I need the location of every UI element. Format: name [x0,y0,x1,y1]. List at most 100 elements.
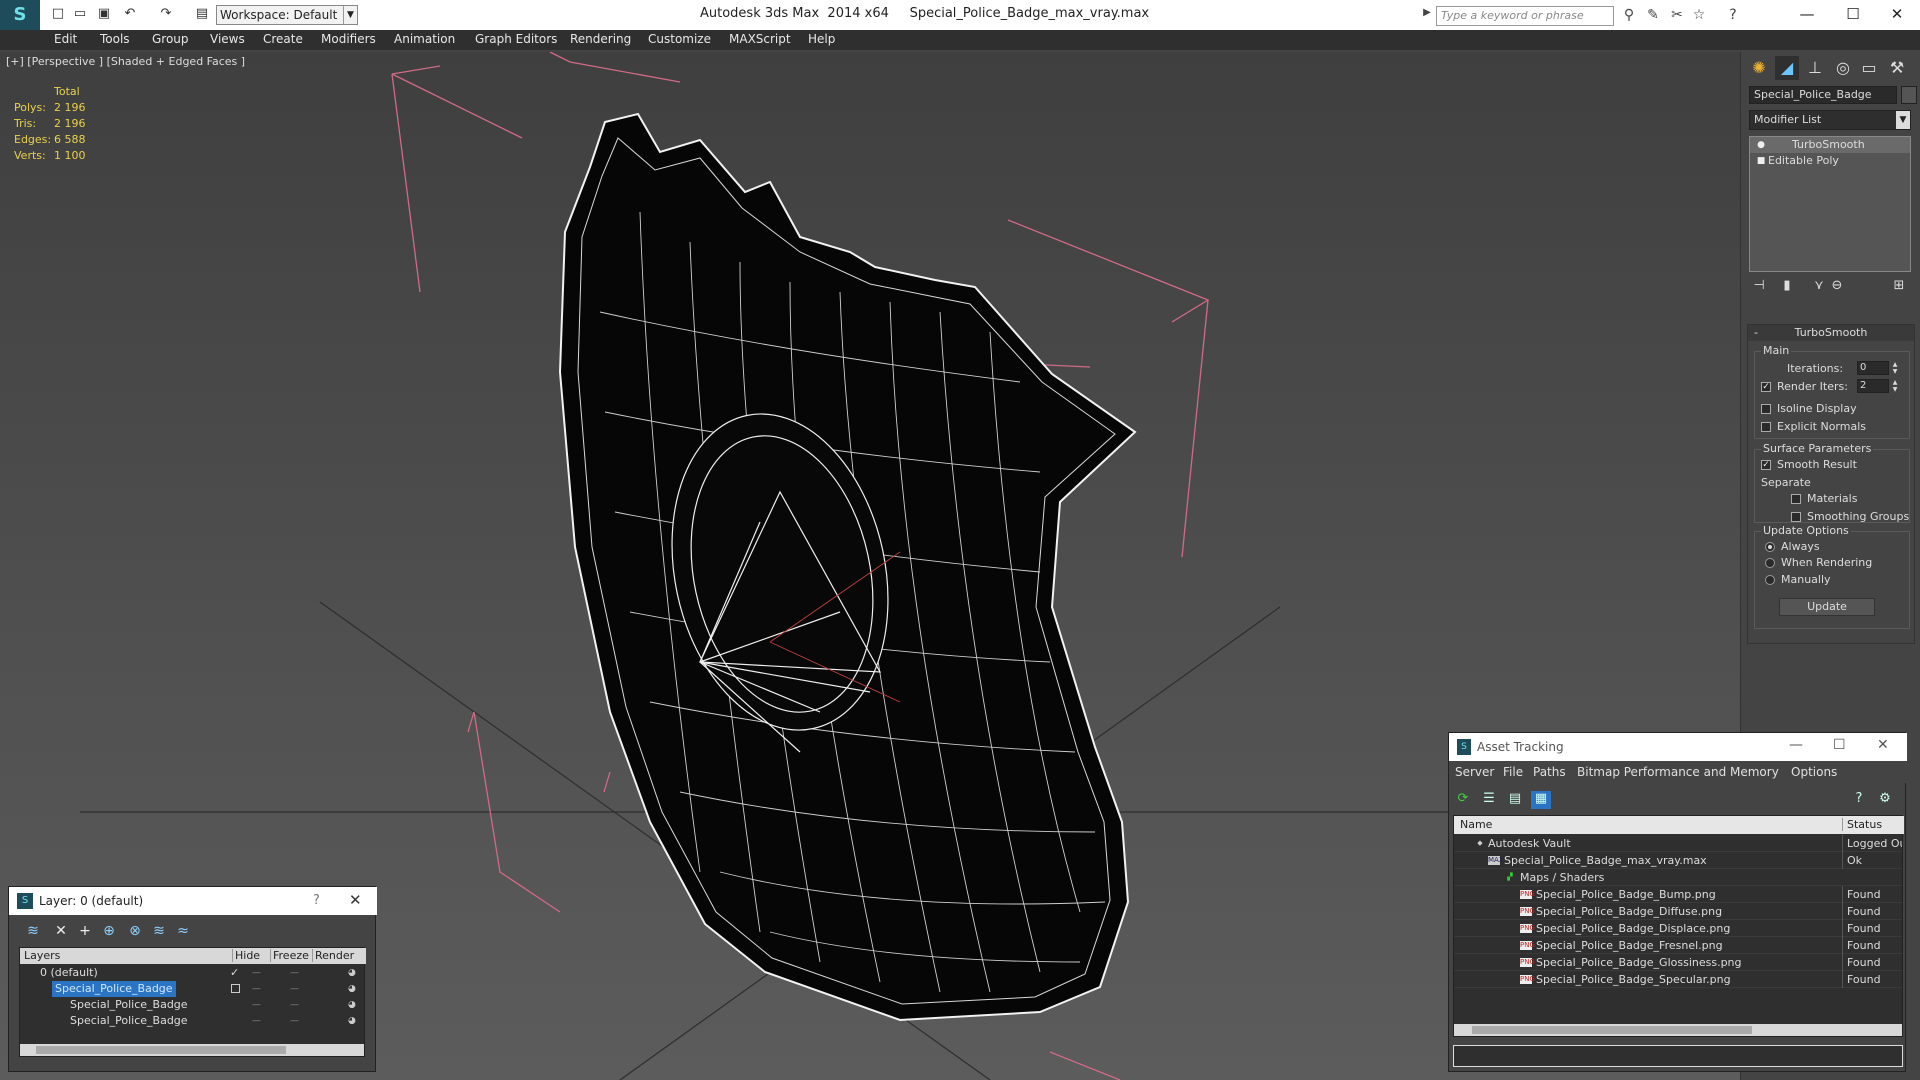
hide-toggle[interactable]: — [252,965,261,981]
stack-item-turbosmooth[interactable]: ● TurboSmooth [1750,137,1910,153]
undo-icon[interactable]: ↶ [122,6,138,22]
hide-column-header[interactable]: Hide [232,949,260,962]
layer-window-titlebar[interactable]: S Layer: 0 (default) ? ✕ [9,887,377,915]
hide-all-icon[interactable]: ≈ [173,921,193,941]
remove-modifier-icon[interactable]: ⊖ [1827,278,1847,296]
freeze-toggle[interactable]: — [290,965,299,981]
menu-create[interactable]: Create [263,32,303,46]
new-file-icon[interactable]: □ [50,6,66,22]
close-icon[interactable]: ✕ [349,891,362,909]
show-end-result-icon[interactable]: ▮ [1777,278,1797,296]
iterations-spinner[interactable]: 0 [1857,361,1889,375]
open-file-icon[interactable]: ▭ [72,6,88,22]
pin-stack-icon[interactable]: ⊣ [1749,278,1769,296]
freeze-toggle[interactable]: — [290,981,299,997]
add-selected-icon[interactable]: ⊕ [99,921,119,941]
maximize-button[interactable]: ☐ [1833,737,1846,753]
smoothing-groups-checkbox[interactable] [1791,512,1801,522]
expand-plus-icon[interactable]: ■ [1756,156,1766,166]
utilities-tab-icon[interactable]: ⚒ [1885,56,1909,80]
hide-toggle[interactable]: — [252,1013,261,1029]
asset-row[interactable]: ◆ Autodesk Vault Logged Out [1454,835,1902,852]
redo-icon[interactable]: ↷ [158,6,174,22]
render-teapot-icon[interactable]: ◕ [348,981,356,997]
materials-checkbox[interactable] [1791,494,1801,504]
render-teapot-icon[interactable]: ◕ [348,997,356,1013]
render-iters-spinner[interactable]: 2 [1857,379,1889,393]
rollout-title[interactable]: - TurboSmooth [1748,325,1914,341]
list-view-icon[interactable]: ☰ [1479,791,1499,809]
layer-row[interactable]: 0 (default) ✓ — — ◕ [20,965,364,981]
close-button[interactable]: ✕ [1877,737,1889,753]
asset-menu-bitmap[interactable]: Bitmap Performance and Memory [1577,765,1779,779]
motion-tab-icon[interactable]: ◎ [1831,56,1855,80]
menu-views[interactable]: Views [210,32,245,46]
hide-toggle[interactable]: — [252,981,261,997]
save-icon[interactable]: ▣ [96,6,112,22]
asset-row[interactable]: PNG Special_Police_Badge_Displace.png Foun… [1454,920,1902,937]
horizontal-scrollbar[interactable] [1454,1024,1902,1036]
viewport-label[interactable]: [+] [Perspective ] [Shaded + Edged Faces… [6,55,245,68]
help-button[interactable]: ? [313,893,320,908]
render-column-header[interactable]: Render [312,949,354,962]
name-column-header[interactable]: Name [1460,818,1492,831]
configure-sets-icon[interactable]: ⊞ [1889,278,1909,296]
asset-menu-server[interactable]: Server [1455,765,1494,779]
scrollbar-thumb[interactable] [1472,1026,1752,1034]
stack-item-editable-poly[interactable]: ■ Editable Poly [1750,153,1910,169]
make-unique-icon[interactable]: ⋎ [1809,278,1829,296]
maximize-button[interactable]: ☐ [1830,0,1876,30]
freeze-toggle[interactable]: — [290,997,299,1013]
menu-graph-editors[interactable]: Graph Editors [475,32,557,46]
update-button[interactable]: Update [1779,598,1875,616]
spinner-arrows-icon[interactable]: ▲ ▼ [1891,361,1899,375]
asset-row[interactable]: PNG Special_Police_Badge_Bump.png Found [1454,886,1902,903]
project-folder-icon[interactable]: ▤ [194,6,210,22]
select-objects-icon[interactable]: ⊗ [125,921,145,941]
favorites-star-icon[interactable]: ☆ [1690,7,1708,25]
detail-view-icon[interactable]: ▤ [1505,791,1525,809]
lightbulb-icon[interactable]: ● [1756,140,1766,150]
asset-row[interactable]: ▞ Maps / Shaders [1454,869,1902,886]
new-layer-icon[interactable]: + [75,921,95,941]
search-input[interactable]: Type a keyword or phrase [1436,6,1614,26]
display-tab-icon[interactable]: ▭ [1857,56,1881,80]
layer-row[interactable]: Special_Police_Badge — — ◕ [20,1013,364,1029]
when-rendering-radio[interactable] [1765,558,1775,568]
asset-row[interactable]: PNG Special_Police_Badge_Specular.png Foun… [1454,971,1902,988]
asset-row[interactable]: MAX Special_Police_Badge_max_vray.max Ok [1454,852,1902,869]
workspace-dropdown[interactable]: Workspace: Default ▼ [216,5,358,25]
asset-menu-file[interactable]: File [1503,765,1523,779]
settings-icon[interactable]: ⚙ [1875,791,1895,809]
render-teapot-icon[interactable]: ◕ [348,1013,356,1029]
smooth-result-checkbox[interactable]: ✓ [1761,460,1771,470]
scrollbar-thumb[interactable] [36,1046,286,1054]
layer-manager-icon[interactable]: ≋ [23,921,43,941]
layers-column-header[interactable]: Layers [22,949,60,962]
explicit-normals-checkbox[interactable] [1761,422,1771,432]
menu-customize[interactable]: Customize [648,32,711,46]
menu-edit[interactable]: Edit [54,32,77,46]
menu-animation[interactable]: Animation [394,32,455,46]
asset-row[interactable]: PNG Special_Police_Badge_Diffuse.png Found [1454,903,1902,920]
layer-row[interactable]: Special_Police_Badge — — ◕ [20,997,364,1013]
help-icon[interactable]: ? [1849,791,1869,809]
refresh-icon[interactable]: ⟳ [1453,791,1473,809]
asset-row[interactable]: PNG Special_Police_Badge_Fresnel.png Found [1454,937,1902,954]
freeze-toggle[interactable]: — [290,1013,299,1029]
binoculars-icon[interactable]: ⚲ [1620,7,1638,25]
table-view-icon[interactable]: ▦ [1531,791,1551,809]
render-iters-checkbox[interactable]: ✓ [1761,382,1771,392]
app-logo-icon[interactable]: S [0,0,40,30]
status-column-header[interactable]: Status [1842,818,1882,831]
help-icon[interactable]: ? [1724,7,1742,25]
expand-arrow-icon[interactable]: ▶ [1418,7,1436,25]
spinner-arrows-icon[interactable]: ▲ ▼ [1891,379,1899,393]
active-layer-box-icon[interactable] [231,984,240,993]
highlight-layer-icon[interactable]: ≋ [149,921,169,941]
active-layer-check-icon[interactable]: ✓ [230,965,239,981]
minimize-button[interactable]: — [1789,737,1803,753]
menu-modifiers[interactable]: Modifiers [321,32,376,46]
object-name-field[interactable]: Special_Police_Badge [1749,86,1897,104]
minimize-button[interactable]: — [1784,0,1830,30]
